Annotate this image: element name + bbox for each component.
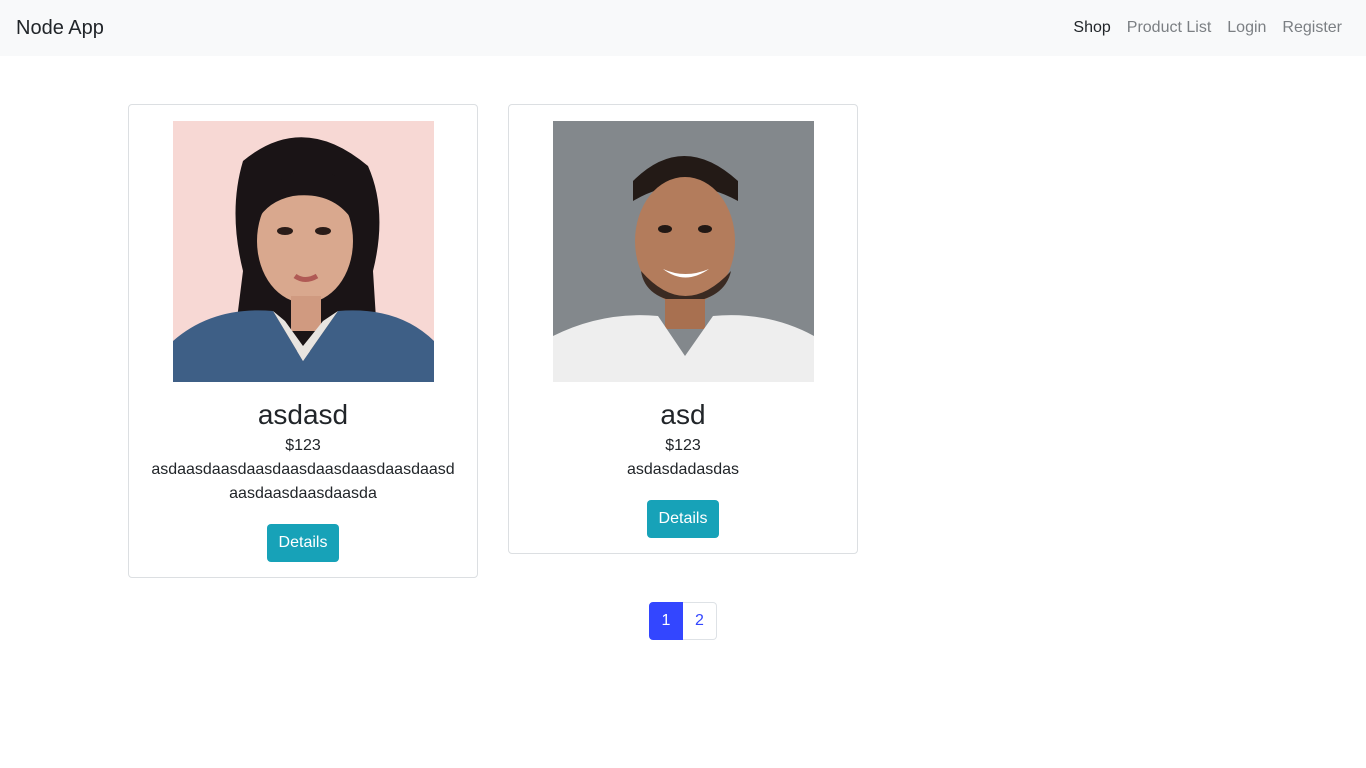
product-description: asdaasdaasdaasdaasdaasdaasdaasdaasdaasda…	[151, 461, 455, 502]
details-button[interactable]: Details	[266, 524, 340, 562]
pagination: 1 2	[649, 602, 717, 640]
nav-link-login[interactable]: Login	[1227, 16, 1266, 40]
product-price: $123	[665, 437, 701, 454]
navbar: Node App Shop Product List Login Registe…	[0, 0, 1366, 56]
product-image	[552, 121, 814, 382]
product-title: asd	[660, 399, 706, 430]
product-price: $123	[285, 437, 321, 454]
page-link-2[interactable]: 2	[683, 602, 717, 640]
nav-link-product-list[interactable]: Product List	[1127, 16, 1211, 40]
nav-link-shop[interactable]: Shop	[1073, 16, 1110, 40]
details-button[interactable]: Details	[646, 500, 720, 538]
product-card: asd $123 asdasdadasdas Details	[508, 104, 858, 554]
page-link-1[interactable]: 1	[649, 602, 683, 640]
brand-link[interactable]: Node App	[16, 15, 104, 41]
product-card: asdasd $123 asdaasdaasdaasdaasdaasdaasda…	[128, 104, 478, 578]
product-image	[172, 121, 434, 382]
product-title: asdasd	[257, 399, 349, 430]
nav-links: Shop Product List Login Register	[1073, 16, 1342, 40]
nav-link-register[interactable]: Register	[1282, 16, 1342, 40]
product-description: asdasdadasdas	[626, 461, 740, 478]
